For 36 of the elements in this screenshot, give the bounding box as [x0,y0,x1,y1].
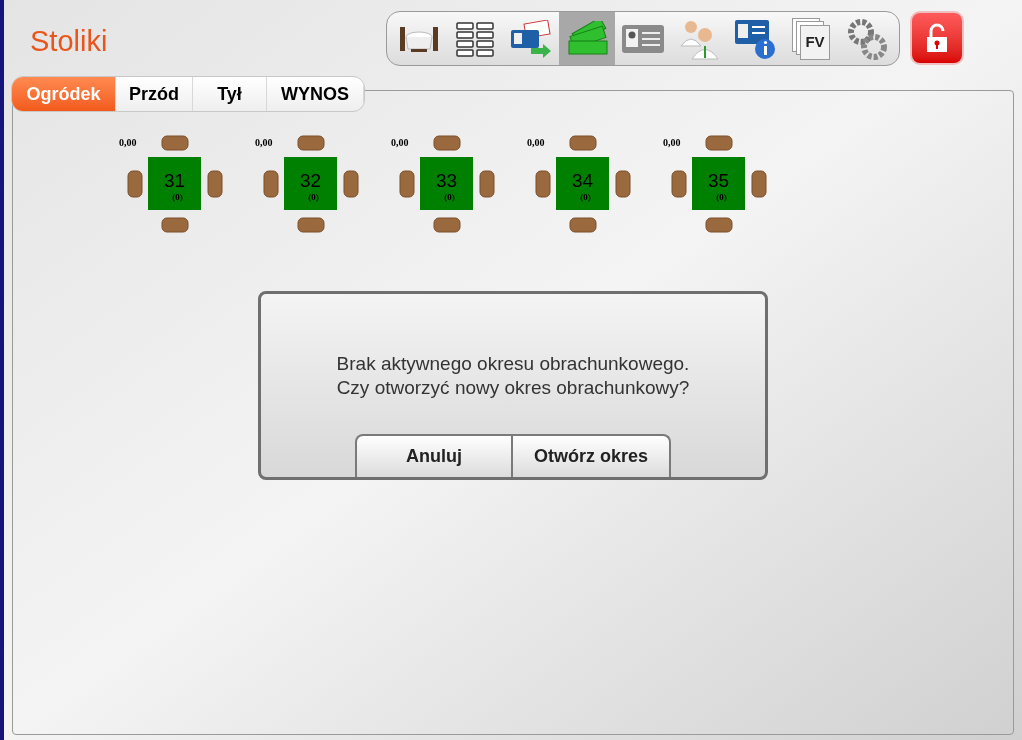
id-card-arrow-icon [509,19,553,58]
table-tile[interactable]: 31 (0) [148,157,201,210]
id-card-info-icon [734,17,776,60]
table-amount: 0,00 [119,136,137,150]
table-tile[interactable]: 35 (0) [692,157,745,210]
lock-button[interactable] [910,11,964,65]
table-number: 35 [707,171,730,191]
guest-count: (0) [444,191,455,204]
table-tile[interactable]: 32 (0) [284,157,337,210]
toolbar-button[interactable]: FV [783,12,839,65]
tab[interactable]: Tył [193,77,267,111]
guest-count: (0) [580,191,591,204]
table-number: 31 [163,171,186,191]
gears-icon [847,17,887,60]
guest-count: (0) [308,191,319,204]
guest-count: (0) [172,191,183,204]
table-number: 34 [571,171,594,191]
dialog-message: Czy otworzyć nowy okres obrachunkowy? [336,376,690,400]
page-title: Stoliki [30,24,108,59]
table-amount: 0,00 [527,136,545,150]
table-tile[interactable]: 33 (0) [420,157,473,210]
dialog-button[interactable]: Otwórz okres [513,434,671,477]
unlocked-padlock-icon [924,23,950,53]
id-card-icon [621,23,665,54]
tab[interactable]: Przód [116,77,193,111]
tab[interactable]: WYNOS [267,77,364,111]
table-amount: 0,00 [663,136,681,150]
guest-count: (0) [716,191,727,204]
table-amount: 0,00 [255,136,273,150]
grid-icon [455,20,495,57]
dialog-message: Brak aktywnego okresu obrachunkowego. [336,352,690,376]
dialog-button[interactable]: Anuluj [355,434,513,477]
table-tile[interactable]: 34 (0) [556,157,609,210]
table-number: 33 [435,171,458,191]
table-amount: 0,00 [391,136,409,150]
table-number: 32 [299,171,322,191]
